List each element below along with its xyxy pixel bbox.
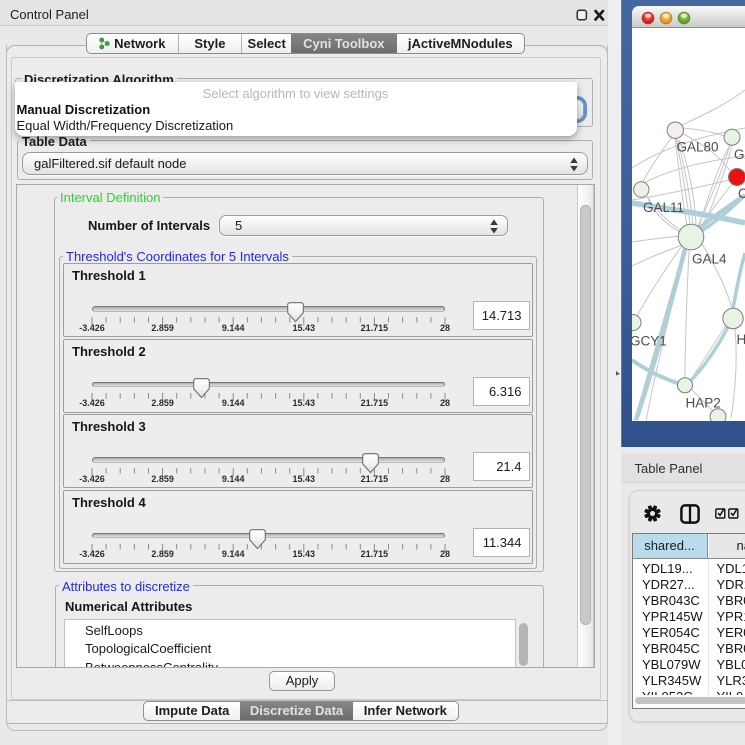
svg-text:H: H [737, 332, 745, 347]
svg-text:GA: GA [734, 147, 745, 162]
svg-text:GAL4: GAL4 [692, 251, 727, 266]
svg-text:GAL11: GAL11 [643, 200, 684, 215]
svg-text:GAL80: GAL80 [677, 139, 719, 154]
svg-text:GCY1: GCY1 [632, 333, 667, 348]
svg-text:HAP2: HAP2 [686, 395, 721, 410]
svg-text:C: C [738, 186, 745, 201]
